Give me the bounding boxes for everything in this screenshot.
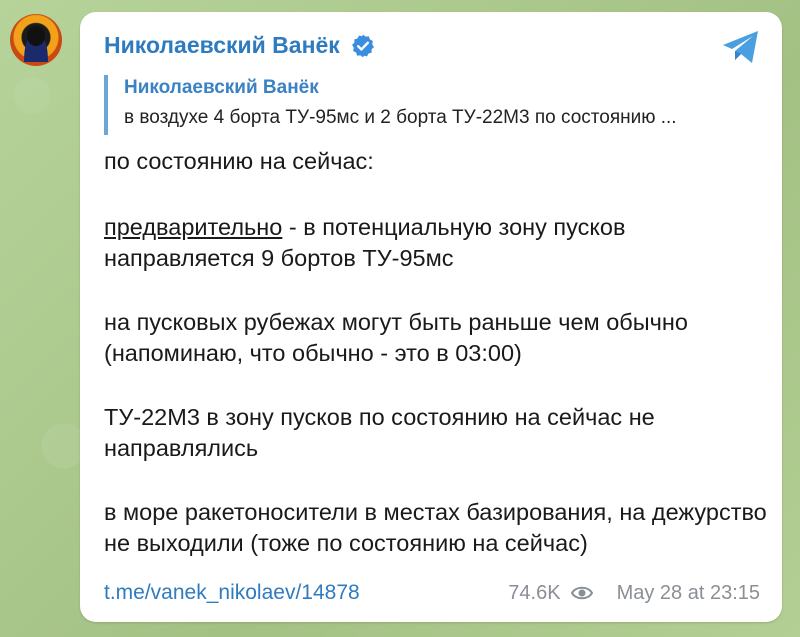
sender-name[interactable]: Николаевский Ванёк	[104, 32, 340, 59]
reply-sender-name: Николаевский Ванёк	[124, 77, 319, 98]
message-timestamp: May 28 at 23:15	[616, 581, 760, 604]
message-paragraph-1: по состоянию на сейчас:	[104, 148, 374, 174]
sender-header[interactable]: Николаевский Ванёк	[104, 32, 376, 59]
view-count: 74.6K	[508, 581, 561, 604]
message-bubble: Николаевский Ванёк Николаевский Ванёк в …	[80, 12, 782, 622]
eye-icon	[570, 586, 593, 600]
message-paragraph-2: предварительно - в потенциальную зону пу…	[104, 212, 774, 274]
post-link[interactable]: t.me/vanek_nikolaev/14878	[104, 581, 360, 605]
message-footer: t.me/vanek_nikolaev/14878 74.6K May 28 a…	[104, 578, 760, 608]
channel-avatar[interactable]	[10, 14, 62, 66]
verified-badge-icon	[351, 34, 374, 57]
message-paragraph-5: в море ракетоносители в местах базирован…	[104, 499, 767, 556]
message-text: по состоянию на сейчас: предварительно -…	[104, 146, 774, 592]
avatar-hooded-figure-icon	[24, 26, 48, 62]
reply-preview-text: в воздухе 4 борта ТУ-95мс и 2 борта ТУ-2…	[124, 107, 677, 128]
underlined-word: предварительно	[104, 214, 283, 240]
reply-quote[interactable]: Николаевский Ванёк в воздухе 4 борта ТУ-…	[104, 75, 754, 135]
message-paragraph-4: ТУ-22М3 в зону пусков по состоянию на се…	[104, 404, 655, 461]
message-meta: 74.6K May 28 at 23:15	[508, 582, 760, 605]
telegram-icon[interactable]	[720, 28, 762, 66]
message-paragraph-3: на пусковых рубежах могут быть раньше че…	[104, 309, 688, 366]
